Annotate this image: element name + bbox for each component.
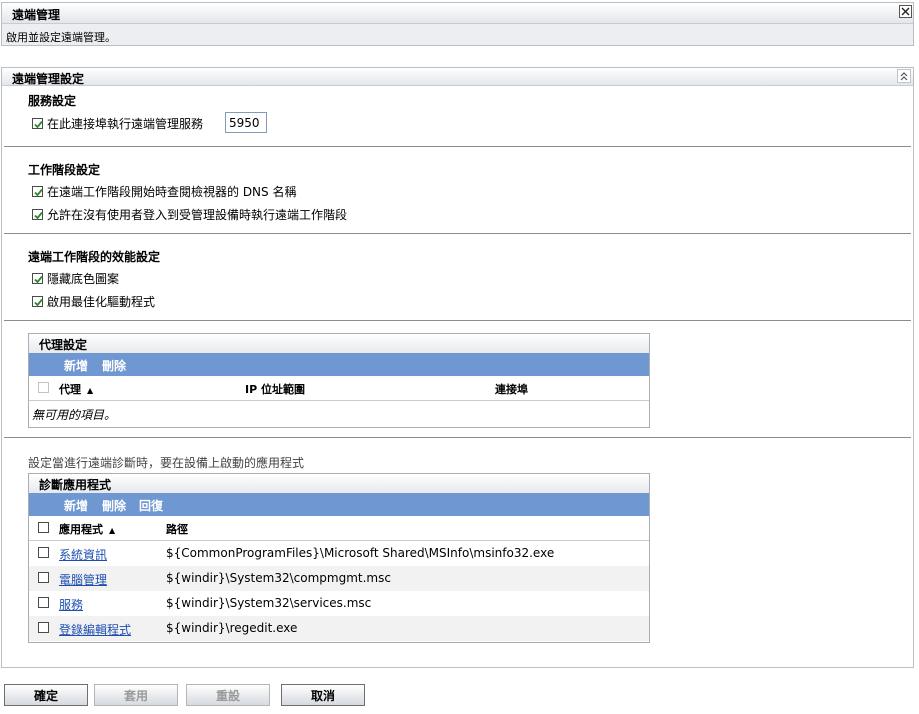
application-path: ${windir}\System32\compmgmt.msc	[166, 571, 391, 585]
sort-ascending-icon: ▲	[87, 386, 94, 395]
proxy-table-header: 代理 ▲ IP 位址範圍 連接埠	[29, 376, 649, 401]
double-chevron-up-icon	[900, 72, 908, 81]
header-panel: 遠端管理 啟用並設定遠端管理。	[1, 2, 914, 46]
run-service-checkbox[interactable]	[32, 117, 43, 129]
application-column-label: 應用程式	[59, 523, 103, 536]
diagnostics-toolbar: 新增 刪除 回復	[29, 493, 649, 516]
collapse-button[interactable]	[897, 69, 911, 83]
hide-wallpaper-checkbox[interactable]	[32, 272, 43, 284]
dns-lookup-checkbox[interactable]	[32, 185, 43, 197]
proxy-table: 代理設定 新增 刪除 代理 ▲ IP 位址範圍 連接埠 無可用的項目。	[28, 333, 650, 428]
port-input[interactable]	[225, 112, 267, 133]
port-column-header[interactable]: 連接埠	[495, 381, 528, 397]
page-description: 啟用並設定遠端管理。	[6, 31, 116, 44]
diagnostics-select-all-checkbox[interactable]	[38, 522, 49, 533]
checkmark-icon	[34, 298, 43, 306]
page-title: 遠端管理	[12, 8, 61, 22]
dns-lookup-option[interactable]: 在遠端工作階段開始時查閱檢視器的 DNS 名稱	[32, 183, 296, 199]
divider	[4, 233, 911, 234]
proxy-delete-button[interactable]: 刪除	[102, 357, 126, 374]
checkmark-icon	[34, 120, 43, 128]
proxy-column-label: 代理	[59, 383, 81, 396]
divider	[4, 146, 911, 147]
sort-ascending-icon: ▲	[109, 526, 116, 535]
ok-button[interactable]: 確定	[4, 684, 88, 706]
hide-wallpaper-option[interactable]: 隱藏底色圖案	[32, 270, 119, 286]
proxy-empty-text: 無可用的項目。	[32, 408, 117, 422]
application-column-header[interactable]: 應用程式 ▲	[59, 521, 115, 537]
diagnostics-table-header: 應用程式 ▲ 路徑	[29, 516, 649, 541]
session-settings-heading: 工作階段設定	[28, 163, 101, 177]
diagnostics-caption: 設定當進行遠端診斷時，要在設備上啟動的應用程式	[28, 456, 305, 470]
service-settings-heading: 服務設定	[28, 94, 77, 108]
application-path: ${CommonProgramFiles}\Microsoft Shared\M…	[166, 546, 555, 560]
apply-button[interactable]: 套用	[94, 684, 178, 706]
application-link[interactable]: 登錄編輯程式	[59, 623, 131, 637]
table-row: 電腦管理 ${windir}\System32\compmgmt.msc	[29, 566, 649, 591]
cancel-button[interactable]: 取消	[281, 684, 365, 706]
settings-panel-title-bar: 遠端管理設定	[2, 68, 913, 86]
diagnostics-revert-button[interactable]: 回復	[139, 497, 163, 514]
allow-no-user-label: 允許在沒有使用者登入到受管理設備時執行遠端工作階段	[47, 207, 348, 222]
diagnostics-table-title: 診斷應用程式	[39, 478, 112, 492]
proxy-column-header[interactable]: 代理 ▲	[59, 381, 93, 397]
application-path: ${windir}\regedit.exe	[166, 621, 298, 635]
divider	[4, 320, 911, 321]
settings-panel-title: 遠端管理設定	[12, 72, 85, 86]
allow-no-user-option[interactable]: 允許在沒有使用者登入到受管理設備時執行遠端工作階段	[32, 206, 347, 222]
dns-lookup-label: 在遠端工作階段開始時查閱檢視器的 DNS 名稱	[47, 184, 297, 199]
performance-settings-heading: 遠端工作階段的效能設定	[28, 250, 161, 264]
settings-panel: 遠端管理設定 服務設定 在此連接埠執行遠端管理服務 工作階段設定 在遠端工作階段…	[1, 67, 914, 668]
row-checkbox[interactable]	[38, 622, 49, 633]
application-link[interactable]: 系統資訊	[59, 548, 107, 562]
proxy-empty-row: 無可用的項目。	[29, 401, 649, 426]
application-link[interactable]: 電腦管理	[59, 573, 107, 587]
checkmark-icon	[34, 211, 43, 219]
reset-button[interactable]: 重設	[186, 684, 270, 706]
close-button[interactable]	[899, 5, 912, 18]
ip-range-column-header[interactable]: IP 位址範圍	[245, 381, 305, 397]
row-checkbox[interactable]	[38, 547, 49, 558]
run-service-label: 在此連接埠執行遠端管理服務	[47, 116, 204, 131]
table-row: 服務 ${windir}\System32\services.msc	[29, 591, 649, 616]
diagnostics-table-title-bar: 診斷應用程式	[29, 474, 649, 493]
optimized-driver-option[interactable]: 啟用最佳化驅動程式	[32, 293, 155, 309]
run-service-option[interactable]: 在此連接埠執行遠端管理服務	[32, 115, 203, 131]
diagnostics-delete-button[interactable]: 刪除	[102, 497, 126, 514]
optimized-driver-checkbox[interactable]	[32, 295, 43, 307]
optimized-driver-label: 啟用最佳化驅動程式	[47, 294, 156, 309]
application-path: ${windir}\System32\services.msc	[166, 596, 372, 610]
path-column-header[interactable]: 路徑	[166, 521, 188, 537]
close-icon	[901, 7, 910, 16]
header-title-bar: 遠端管理	[2, 3, 913, 24]
diagnostics-add-button[interactable]: 新增	[64, 497, 88, 514]
proxy-table-title-bar: 代理設定	[29, 334, 649, 353]
checkmark-icon	[34, 188, 43, 196]
hide-wallpaper-label: 隱藏底色圖案	[47, 271, 120, 286]
row-checkbox[interactable]	[38, 597, 49, 608]
checkmark-icon	[34, 275, 43, 283]
row-checkbox[interactable]	[38, 572, 49, 583]
proxy-add-button[interactable]: 新增	[64, 357, 88, 374]
proxy-table-title: 代理設定	[39, 338, 88, 352]
allow-no-user-checkbox[interactable]	[32, 208, 43, 220]
proxy-select-all-checkbox[interactable]	[38, 382, 49, 393]
divider	[4, 437, 911, 438]
proxy-toolbar: 新增 刪除	[29, 353, 649, 376]
diagnostics-table: 診斷應用程式 新增 刪除 回復 應用程式 ▲ 路徑 系統資訊 ${CommonPr…	[28, 473, 650, 643]
table-row: 登錄編輯程式 ${windir}\regedit.exe	[29, 616, 649, 641]
application-link[interactable]: 服務	[59, 598, 83, 612]
table-row: 系統資訊 ${CommonProgramFiles}\Microsoft Sha…	[29, 541, 649, 566]
